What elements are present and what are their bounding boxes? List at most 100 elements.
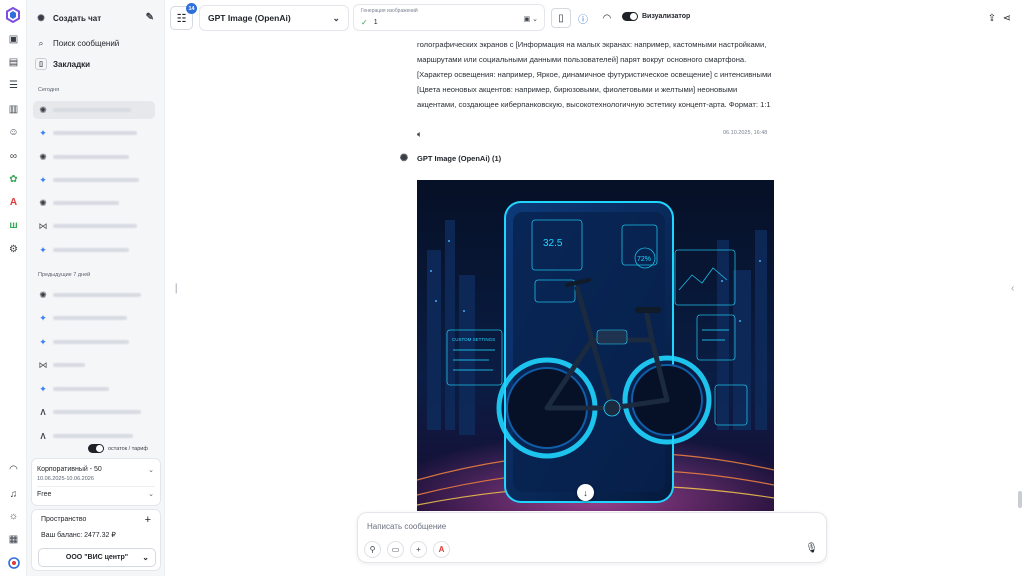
message-timestamp: 06.10.2025, 16:48: [723, 130, 768, 136]
history-item[interactable]: ✦: [33, 171, 155, 189]
history-title-blurred: [53, 340, 129, 344]
model-select[interactable]: GPT Image (OpenAi) ⌄: [199, 5, 349, 31]
letter-a-icon[interactable]: A: [7, 196, 20, 209]
message-input[interactable]: Написать сообщение: [367, 522, 446, 531]
chevron-down-icon[interactable]: ⌄: [148, 490, 154, 498]
attachment-chevron-icon[interactable]: ▣ ⌄: [524, 15, 538, 23]
chevron-down-icon: ⌄: [332, 12, 340, 23]
tariff-name: Корпоративный - 50: [37, 466, 102, 473]
history-title-blurred: [53, 155, 129, 159]
visualizer-toggle-row[interactable]: Визуализатор: [622, 12, 690, 21]
prompt-library-icon[interactable]: ▭: [387, 541, 404, 558]
document-icon[interactable]: ▦: [7, 533, 20, 546]
history-title-blurred: [53, 108, 131, 112]
new-chat-label: Создать чат: [53, 13, 102, 23]
tariff-card[interactable]: Корпоративный - 50 ⌄ 10.06.2025-10.06.20…: [31, 458, 161, 506]
share-icon[interactable]: ⋖: [999, 10, 1015, 26]
scrollbar-thumb[interactable]: [1018, 491, 1022, 508]
generated-image[interactable]: 32.5 72% CUSTOM SETTINGS: [417, 180, 774, 511]
bot-message-header: ✺ GPT Image (OpenAi) (1): [398, 152, 501, 164]
app-root: ▣ ▤ ☰ ▥ ☺ ∞ ✿ A ш ⚙ ◠ ♫ ☼ ▦ ✺ Создать ча…: [0, 0, 1024, 576]
expand-panel-handle[interactable]: ‹: [1011, 283, 1014, 294]
sun-icon[interactable]: ☼: [7, 510, 20, 523]
headset-icon[interactable]: ◠: [599, 10, 615, 26]
gemini-icon: ✦: [39, 336, 47, 347]
screen-readout-2: 72%: [637, 256, 651, 263]
balance-toggle[interactable]: [88, 444, 104, 453]
letter-a-icon[interactable]: A: [433, 541, 450, 558]
history-item[interactable]: Λ: [33, 403, 155, 421]
collapse-sidebar-handle[interactable]: ❘: [172, 283, 180, 294]
chevron-down-icon[interactable]: ⌄: [148, 466, 154, 474]
history-title-blurred: [53, 224, 137, 228]
puzzle-icon[interactable]: ✿: [7, 173, 20, 186]
tariff-divider: [37, 486, 155, 487]
generation-label: Генерация изображений: [361, 8, 418, 14]
history-item[interactable]: ✺: [33, 286, 155, 304]
plus-icon[interactable]: +: [410, 541, 427, 558]
al-model-icon: Λ: [40, 431, 46, 441]
bookmark-icon[interactable]: ▯: [551, 8, 571, 28]
bookmarks-item[interactable]: ▯ Закладки: [35, 58, 156, 70]
history-item[interactable]: Λ: [33, 427, 155, 445]
balance-toggle-row[interactable]: остаток / тариф: [88, 444, 148, 453]
microphone-icon[interactable]: 🎙︎: [805, 543, 818, 554]
image-generation-select[interactable]: Генерация изображений ✓ 1 ▣ ⌄: [353, 4, 545, 31]
panel-label: CUSTOM SETTINGS: [452, 337, 495, 342]
list-icon[interactable]: ☰: [7, 79, 20, 92]
support-logo-icon[interactable]: [7, 556, 20, 569]
history-title-blurred: [53, 248, 129, 252]
history-title-blurred: [53, 387, 109, 391]
section-today: Сегодня: [38, 87, 60, 93]
balance-toggle-label: остаток / тариф: [108, 445, 148, 452]
history-title-blurred: [53, 201, 119, 205]
history-item[interactable]: ⋈: [33, 356, 155, 374]
user-message: голографических экранов с [Информация на…: [417, 40, 772, 109]
tariff-plan: Free: [37, 491, 52, 498]
export-icon[interactable]: ⇪: [984, 10, 1000, 26]
history-item[interactable]: ✺: [33, 101, 155, 119]
history-item[interactable]: ✦: [33, 333, 155, 351]
visualizer-toggle[interactable]: [622, 12, 638, 21]
infinity-icon[interactable]: ∞: [7, 150, 20, 163]
al-model-icon: Λ: [40, 407, 46, 417]
organization-select[interactable]: ООО "ВИС центр" ⌄: [38, 548, 156, 567]
gear-icon[interactable]: ⚙: [7, 243, 20, 256]
history-item[interactable]: ✦: [33, 124, 155, 142]
gpt-icon: ✺: [39, 104, 47, 115]
message-composer[interactable]: Написать сообщение ⚲ ▭ + A 🎙︎: [357, 512, 827, 563]
new-chat-button[interactable]: ✺ Создать чат ✎: [35, 10, 156, 26]
users-icon[interactable]: ☺: [7, 126, 20, 139]
history-item[interactable]: ✦: [33, 309, 155, 327]
speaker-icon[interactable]: 🔈︎: [417, 129, 422, 140]
chat-logo-icon: ✺: [37, 12, 45, 23]
wildberries-icon[interactable]: ш: [7, 219, 20, 232]
history-item[interactable]: ✺: [33, 148, 155, 166]
balance-text: Ваш баланс: 2477.32 ₽: [41, 532, 116, 539]
history-title-blurred: [53, 293, 141, 297]
gpt-icon: ✺: [39, 197, 47, 208]
bot-name: GPT Image (OpenAi) (1): [417, 153, 502, 163]
history-item[interactable]: ⋈: [33, 217, 155, 235]
gallery-icon[interactable]: ▤: [7, 56, 20, 69]
bell-icon[interactable]: ♫: [7, 488, 20, 501]
headset-icon[interactable]: ◠: [7, 463, 20, 476]
add-workspace-button[interactable]: +: [145, 514, 151, 526]
search-messages[interactable]: ⌕ Поиск сообщений: [35, 37, 156, 49]
workspace-title: Пространство: [41, 516, 87, 523]
gemini-icon: ✦: [39, 244, 47, 255]
history-item[interactable]: ✦: [33, 380, 155, 398]
briefcase-icon[interactable]: ▥: [7, 103, 20, 116]
gemini-icon: ✦: [39, 383, 47, 394]
help-icon[interactable]: ⓘ: [575, 10, 591, 26]
chevron-down-icon: ⌄: [142, 553, 149, 562]
history-item[interactable]: ✦: [33, 241, 155, 259]
history-item[interactable]: ✺: [33, 194, 155, 212]
paperclip-icon[interactable]: ⚲: [364, 541, 381, 558]
image-icon[interactable]: ▣: [7, 33, 20, 46]
edit-icon[interactable]: ✎: [146, 12, 154, 23]
bookmarks-label: Закладки: [53, 59, 91, 69]
app-logo-icon[interactable]: [4, 6, 22, 24]
settings-filter-button[interactable]: ☷ 14: [170, 3, 197, 30]
scroll-down-button[interactable]: ↓: [577, 484, 594, 501]
